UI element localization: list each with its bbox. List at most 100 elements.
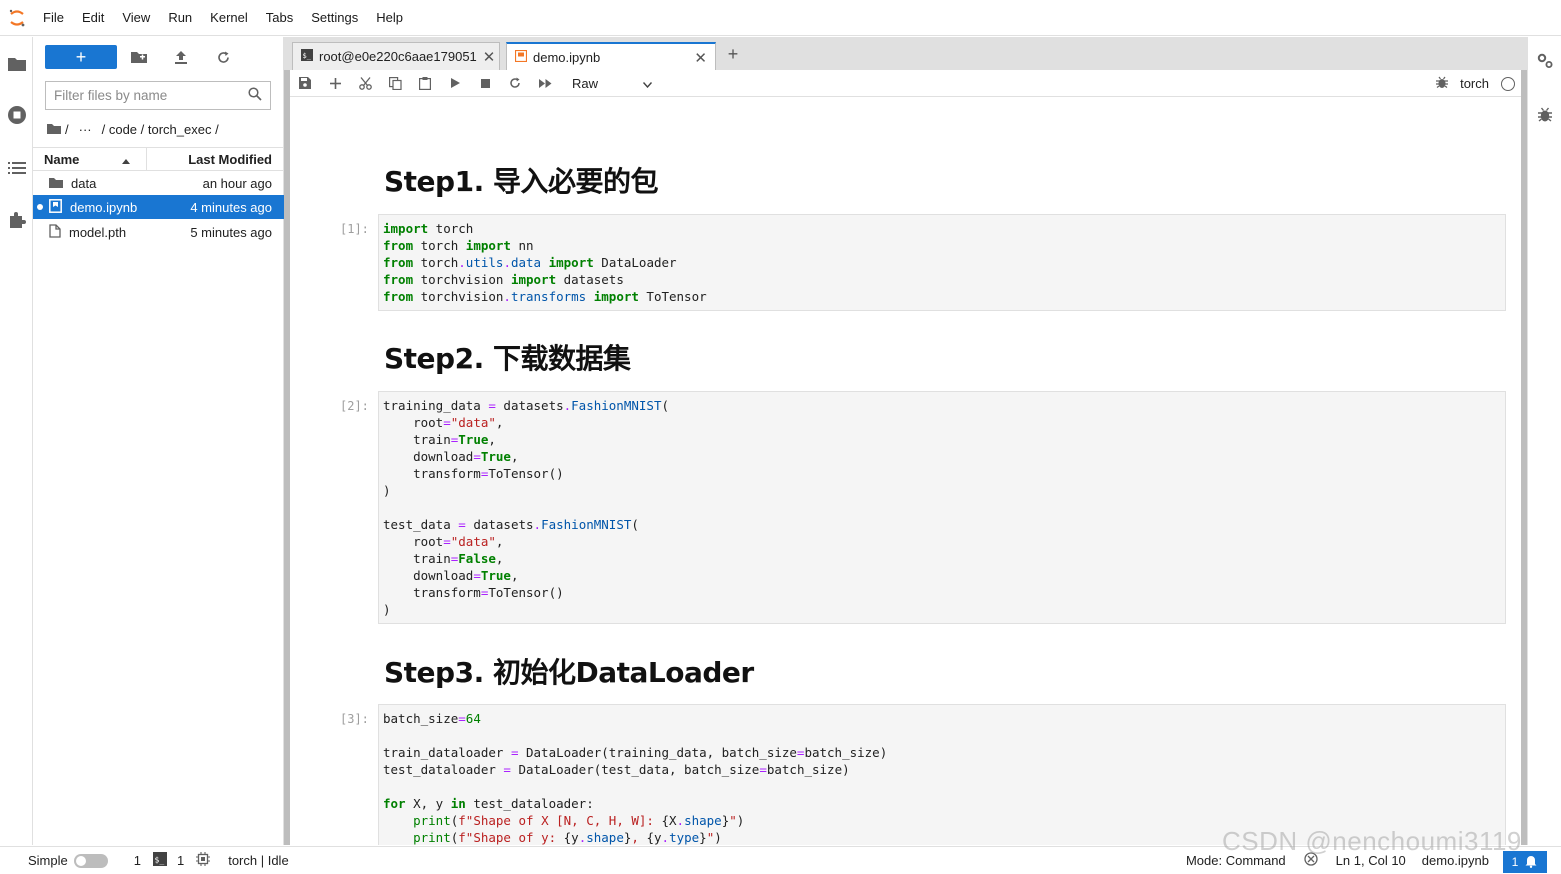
kernel-name[interactable]: torch: [1460, 76, 1489, 91]
stop-icon[interactable]: [470, 70, 500, 97]
file-browser-icon[interactable]: [0, 45, 33, 81]
main-dock-area: $_ root@e0e220c6aae179051 ✕ demo.ipynb ✕…: [284, 37, 1527, 845]
terminal-icon: $_: [301, 49, 313, 64]
menu-settings[interactable]: Settings: [302, 0, 367, 36]
search-icon: [248, 87, 262, 104]
code-cell[interactable]: import torch from torch import nn from t…: [378, 214, 1506, 311]
cut-icon[interactable]: [350, 70, 380, 97]
debugger-icon[interactable]: [1436, 76, 1449, 92]
tab-title: root@e0e220c6aae179051: [319, 49, 477, 64]
upload-icon[interactable]: [167, 45, 195, 69]
notebook-toolbar: [290, 70, 1521, 97]
new-folder-icon[interactable]: [125, 45, 153, 69]
cell-prompt: [3]:: [340, 712, 369, 726]
add-cell-icon[interactable]: [320, 70, 350, 97]
breadcrumb: / ··· / code / torch_exec /: [47, 119, 219, 139]
notebook-icon: [49, 198, 62, 216]
cell-prompt: [1]:: [340, 222, 369, 236]
kernel-status[interactable]: torch | Idle: [228, 853, 288, 868]
menu-run[interactable]: Run: [159, 0, 201, 36]
svg-text:$_: $_: [303, 52, 312, 60]
menu-file[interactable]: File: [34, 0, 73, 36]
debugger-panel-icon[interactable]: [1528, 97, 1561, 133]
column-name-header[interactable]: Name: [33, 148, 147, 170]
running-indicator: [37, 204, 43, 210]
kernel-count[interactable]: 1: [177, 852, 211, 869]
file-item-data[interactable]: data an hour ago: [33, 171, 284, 195]
markdown-heading: Step2. 下载数据集: [384, 342, 631, 375]
file-item-demo-ipynb[interactable]: demo.ipynb 4 minutes ago: [33, 195, 284, 219]
tab-title: demo.ipynb: [533, 50, 601, 65]
tab-bar: $_ root@e0e220c6aae179051 ✕ demo.ipynb ✕…: [284, 37, 1527, 71]
markdown-heading: Step3. 初始化DataLoader: [384, 656, 754, 689]
jupyter-logo-icon[interactable]: [0, 0, 34, 36]
property-inspector-icon[interactable]: [1528, 43, 1561, 79]
close-icon[interactable]: ✕: [483, 48, 496, 66]
save-icon[interactable]: [290, 70, 320, 97]
run-icon[interactable]: [440, 70, 470, 97]
cell-type-value: Raw: [572, 75, 599, 91]
svg-text:$_: $_: [154, 856, 164, 865]
watermark: CSDN @nenchoumi3119: [1222, 826, 1522, 856]
extensions-icon[interactable]: [0, 202, 33, 238]
menu-tabs[interactable]: Tabs: [257, 0, 302, 36]
bell-icon: [1524, 854, 1538, 871]
running-sessions-icon[interactable]: [0, 97, 33, 133]
kernel-indicator: torch: [1436, 70, 1515, 97]
simple-mode-toggle[interactable]: [73, 853, 108, 868]
paste-icon[interactable]: [410, 70, 440, 97]
tab-terminal[interactable]: $_ root@e0e220c6aae179051 ✕: [292, 42, 500, 70]
file-browser-panel: + / ··· / code / torch_exec /: [33, 37, 284, 845]
file-name: data: [71, 175, 97, 191]
jupyterlab-window: File Edit View Run Kernel Tabs Settings …: [0, 0, 1561, 874]
file-modified: 4 minutes ago: [190, 199, 272, 215]
file-name: demo.ipynb: [70, 199, 138, 215]
terminal-icon: $_: [152, 852, 167, 869]
breadcrumb-path[interactable]: / code / torch_exec /: [102, 122, 219, 137]
column-modified-header[interactable]: Last Modified: [147, 152, 284, 167]
kernel-chip-icon: [196, 852, 211, 869]
notebook-panel: Raw torch Step1. 导入必要的包 [1]: import torc…: [290, 70, 1521, 845]
breadcrumb-ellipsis[interactable]: ···: [79, 122, 92, 137]
code-text: import torch from torch import nn from t…: [383, 221, 707, 304]
file-icon: [49, 223, 61, 241]
refresh-icon[interactable]: [209, 45, 237, 69]
left-sidebar: [0, 37, 33, 845]
menu-bar: File Edit View Run Kernel Tabs Settings …: [0, 0, 1561, 36]
restart-icon[interactable]: [500, 70, 530, 97]
cell-type-select[interactable]: Raw: [572, 73, 653, 93]
file-modified: an hour ago: [202, 175, 272, 191]
right-sidebar: [1527, 37, 1561, 845]
code-cell[interactable]: training_data = datasets.FashionMNIST( r…: [378, 391, 1506, 624]
filter-files-field[interactable]: [45, 81, 271, 110]
menu-kernel[interactable]: Kernel: [201, 0, 257, 36]
home-folder-icon[interactable]: [47, 122, 61, 137]
file-item-model-pth[interactable]: model.pth 5 minutes ago: [33, 220, 284, 244]
code-cell[interactable]: batch_size=64 train_dataloader = DataLoa…: [378, 704, 1506, 845]
simple-mode-label: Simple: [28, 853, 68, 868]
file-browser-toolbar: +: [33, 37, 284, 77]
menu-edit[interactable]: Edit: [73, 0, 113, 36]
sort-ascending-icon: [122, 152, 130, 167]
folder-icon: [49, 176, 63, 191]
notebook-icon: [514, 49, 528, 65]
new-tab-button[interactable]: +: [722, 43, 744, 65]
copy-icon[interactable]: [380, 70, 410, 97]
code-text: training_data = datasets.FashionMNIST( r…: [383, 398, 669, 617]
code-text: batch_size=64 train_dataloader = DataLoa…: [383, 711, 888, 845]
menu-help[interactable]: Help: [367, 0, 412, 36]
filter-files-input[interactable]: [54, 88, 244, 103]
terminal-count[interactable]: 1 $_: [134, 852, 167, 869]
breadcrumb-root[interactable]: /: [65, 122, 69, 137]
table-of-contents-icon[interactable]: [0, 150, 33, 186]
new-launcher-button[interactable]: +: [45, 45, 117, 69]
fast-forward-icon[interactable]: [530, 70, 560, 97]
tab-demo-ipynb[interactable]: demo.ipynb ✕: [506, 42, 716, 71]
file-list-header: Name Last Modified: [33, 147, 284, 171]
file-name: model.pth: [69, 224, 127, 240]
markdown-heading: Step1. 导入必要的包: [384, 165, 658, 198]
cell-prompt: [2]:: [340, 399, 369, 413]
menu-view[interactable]: View: [113, 0, 159, 36]
kernel-status-icon: [1501, 76, 1515, 91]
close-icon[interactable]: ✕: [694, 49, 707, 67]
